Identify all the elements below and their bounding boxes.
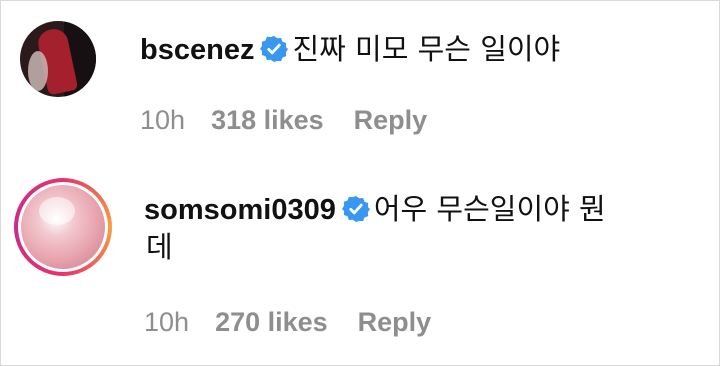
verified-badge-icon <box>260 36 289 62</box>
comment-meta: 10h 270 likes Reply <box>144 306 431 338</box>
avatar[interactable] <box>20 21 96 97</box>
comment-body: somsomi0309 어우 무슨일이야 뭔 <box>144 192 606 227</box>
username-link[interactable]: somsomi0309 <box>144 194 336 226</box>
comment-text: 데 <box>146 230 173 264</box>
comment-text: 어우 무슨일이야 뭔 <box>373 192 606 226</box>
comment-text: 진짜 미모 무슨 일이야 <box>292 32 561 66</box>
reply-button[interactable]: Reply <box>354 104 428 136</box>
comment-text-continued: 데 <box>146 230 173 264</box>
comment-timestamp[interactable]: 10h <box>144 306 189 338</box>
avatar[interactable] <box>21 185 105 269</box>
username-link[interactable]: bscenez <box>140 34 254 66</box>
avatar-highlight <box>39 197 75 225</box>
comment-body: bscenez 진짜 미모 무슨 일이야 <box>140 32 560 67</box>
comment-item: bscenez 진짜 미모 무슨 일이야 10h 318 likes Reply <box>0 0 720 160</box>
comment-meta: 10h 318 likes Reply <box>140 104 427 136</box>
reply-button[interactable]: Reply <box>358 306 432 338</box>
avatar-highlight <box>28 51 48 91</box>
likes-count-button[interactable]: 270 likes <box>215 306 328 338</box>
verified-badge-icon <box>341 196 370 222</box>
comment-timestamp[interactable]: 10h <box>140 104 185 136</box>
likes-count-button[interactable]: 318 likes <box>211 104 324 136</box>
